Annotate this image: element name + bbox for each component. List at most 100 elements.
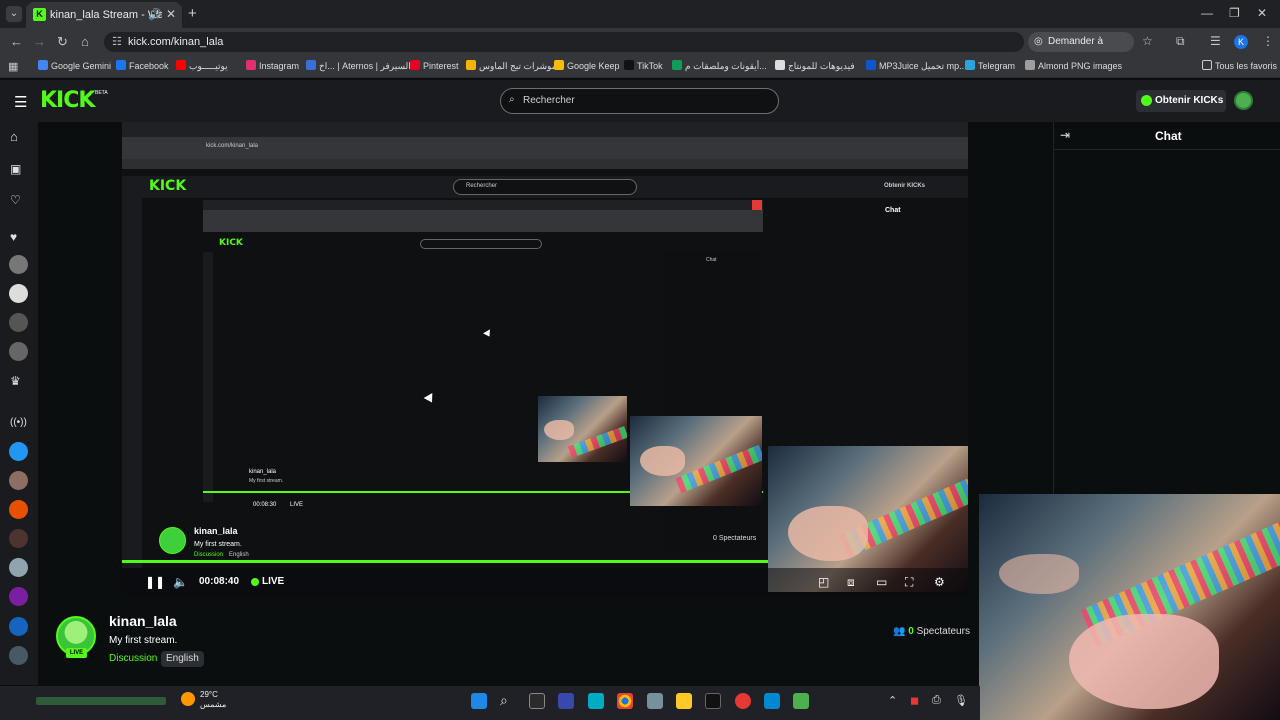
capcut-icon[interactable] <box>705 693 721 709</box>
bookmark-item[interactable]: Google Gemini <box>38 60 111 71</box>
channel-avatar[interactable] <box>9 558 28 577</box>
viewers-number: 0 <box>908 626 914 637</box>
new-tab-icon[interactable]: + <box>188 5 197 22</box>
chrome-icon[interactable] <box>617 693 633 709</box>
bookmark-label: أيقونات وملصقات م... <box>685 61 767 71</box>
bookmark-item[interactable]: Instagram <box>246 60 299 71</box>
address-bar[interactable]: ☷ kick.com/kinan_lala <box>104 32 1024 52</box>
bookmark-item[interactable]: اخ... | Aternos | السيرفر <box>306 60 411 72</box>
settings-gear-icon[interactable]: ⚙ <box>934 575 945 589</box>
calculator-icon[interactable] <box>647 693 663 709</box>
home-nav-icon[interactable]: ⌂ <box>10 129 18 144</box>
all-bookmarks[interactable]: Tous les favoris <box>1202 60 1277 71</box>
back-icon[interactable]: ← <box>10 34 23 49</box>
site-info-icon[interactable]: ☷ <box>112 35 122 48</box>
nested-streamer-name: kinan_lala <box>194 526 238 536</box>
bookmark-item[interactable]: موشرات تيج الماوس <box>466 60 557 72</box>
menu-icon[interactable]: ☰ <box>14 93 27 111</box>
minimize-icon[interactable]: — <box>1201 6 1213 20</box>
ask-google-button[interactable]: ◎ Demander à Google <box>1028 32 1134 67</box>
tray-usb-icon[interactable]: ⎙ <box>932 694 941 707</box>
app-icon[interactable] <box>558 693 574 709</box>
bookmark-item[interactable]: أيقونات وملصقات م... <box>672 60 767 72</box>
maximize-icon[interactable]: ❐ <box>1229 6 1240 20</box>
forward-icon[interactable]: → <box>33 34 46 49</box>
profile-avatar[interactable]: K <box>1234 35 1248 49</box>
apps-grid-icon[interactable]: ▦ <box>8 60 18 73</box>
bookmark-item[interactable]: MP3Juice تحميل mp... <box>866 60 967 72</box>
snipping-tool-icon[interactable] <box>588 693 604 709</box>
nested2-tabstrip <box>203 200 763 210</box>
nested-search-text: Rechercher <box>466 183 498 189</box>
channel-avatar[interactable] <box>9 500 28 519</box>
channel-avatar[interactable] <box>9 313 28 332</box>
user-avatar[interactable] <box>1234 91 1253 110</box>
bookmark-favicon-icon <box>672 60 682 70</box>
more-menu-icon[interactable]: ⋮ <box>1262 34 1274 48</box>
tray-mic-icon[interactable]: 🎙 <box>954 694 968 707</box>
channel-avatar[interactable] <box>9 342 28 361</box>
extensions-icon[interactable]: ⧉ <box>1176 34 1185 49</box>
taskbar-search-icon[interactable]: ⌕ <box>500 692 508 709</box>
collapse-chat-icon[interactable]: ⇥ <box>1060 128 1070 142</box>
obs-icon[interactable] <box>735 693 751 709</box>
tray-app-icon[interactable]: ◼ <box>910 694 919 707</box>
close-tab-icon[interactable]: ✕ <box>166 7 176 21</box>
browse-nav-icon[interactable]: ▣ <box>10 162 21 176</box>
bookmark-item[interactable]: Almond PNG images <box>1025 60 1122 71</box>
close-window-icon[interactable]: ✕ <box>1257 6 1267 20</box>
photos-icon[interactable] <box>764 693 780 709</box>
tab-search-icon[interactable]: ⌄ <box>6 6 22 22</box>
kick-favicon-icon: K <box>33 8 46 21</box>
bookmark-label: Telegram <box>978 61 1016 71</box>
bookmark-star-icon[interactable]: ☆ <box>1142 34 1153 48</box>
task-view-icon[interactable] <box>529 693 545 709</box>
clip-icon[interactable]: ◰ <box>818 575 829 589</box>
speaker-icon[interactable]: 🔊 <box>148 8 162 21</box>
nested2-title: My first stream. <box>249 478 284 484</box>
file-explorer-icon[interactable] <box>676 693 692 709</box>
kick-logo[interactable]: KICK <box>40 88 95 113</box>
bookmark-item[interactable]: Telegram <box>965 60 1015 71</box>
streamer-name[interactable]: kinan_lala <box>109 613 177 629</box>
channel-avatar[interactable] <box>9 471 28 490</box>
nested-viewers: 0 Spectateurs <box>713 535 757 542</box>
fullscreen-icon[interactable]: ⛶ <box>905 575 913 590</box>
search-input[interactable]: ⌕ Rechercher <box>500 88 779 114</box>
player-controls <box>122 568 968 597</box>
nested2-chat <box>662 252 762 552</box>
pause-icon[interactable]: ❚❚ <box>145 575 165 589</box>
bookmark-item[interactable]: يوتيـــــوب <box>176 60 228 72</box>
bookmark-item[interactable]: فيديوهات للمونتاج <box>775 60 855 72</box>
channel-avatar[interactable] <box>9 284 28 303</box>
channel-avatar[interactable] <box>9 617 28 636</box>
browser-tab[interactable]: K kinan_lala Stream - Watch l 🔊 ✕ <box>26 2 182 28</box>
tray-chevron-icon[interactable]: ⌃ <box>888 694 897 707</box>
miniplayer-icon[interactable]: ⧈ <box>847 575 855 590</box>
bookmark-item[interactable]: Google Keep <box>554 60 620 71</box>
start-icon[interactable] <box>471 693 487 709</box>
bookmark-item[interactable]: Facebook <box>116 60 169 71</box>
bookmark-item[interactable]: Pinterest <box>410 60 459 71</box>
category-link[interactable]: Discussion <box>109 653 157 664</box>
weather-widget[interactable]: 29°C مشمس <box>200 690 226 710</box>
video-player[interactable]: kick.com/kinan_lala KICK Rechercher Obte… <box>122 122 968 597</box>
home-icon[interactable]: ⌂ <box>81 34 89 49</box>
channel-avatar[interactable] <box>9 646 28 665</box>
channel-avatar[interactable] <box>9 255 28 274</box>
following-nav-icon[interactable]: ♡ <box>10 193 21 207</box>
theater-mode-icon[interactable]: ▭ <box>876 575 887 589</box>
bookmark-item[interactable]: TikTok <box>624 60 663 71</box>
channel-avatar[interactable] <box>9 529 28 548</box>
channel-avatar[interactable] <box>9 587 28 606</box>
reload-icon[interactable]: ↻ <box>57 34 68 50</box>
live-badge: LIVE <box>66 648 87 658</box>
vpn-icon[interactable] <box>793 693 809 709</box>
channel-avatar[interactable] <box>9 442 28 461</box>
language-tag[interactable]: English <box>161 651 204 667</box>
reading-list-icon[interactable]: ☰ <box>1210 34 1221 48</box>
weather-icon[interactable] <box>181 692 195 706</box>
volume-icon[interactable]: 🔈 <box>173 575 188 589</box>
url-text: kick.com/kinan_lala <box>128 36 224 48</box>
get-kicks-button[interactable]: Obtenir KICKs <box>1136 90 1226 112</box>
